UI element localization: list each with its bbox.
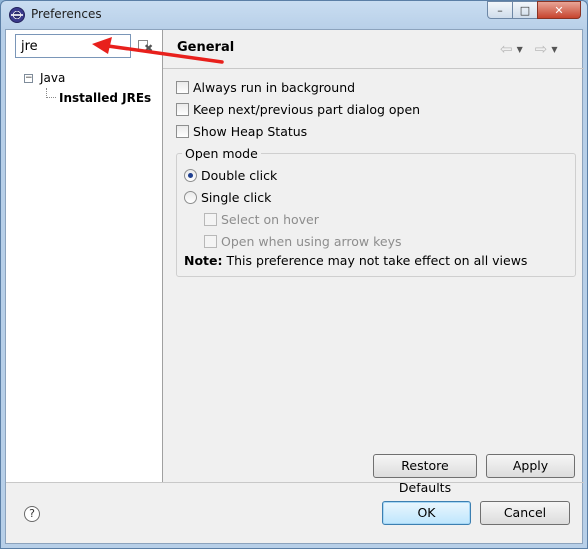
preference-tree: − Java Installed JREs <box>6 68 163 108</box>
note-label: Note: <box>184 253 223 268</box>
open-mode-legend: Open mode <box>182 146 261 161</box>
double-click-label: Double click <box>201 167 278 183</box>
always-run-background-checkbox[interactable] <box>176 80 189 94</box>
always-run-background-label: Always run in background <box>193 79 356 95</box>
single-click-option[interactable]: Single click <box>184 187 271 207</box>
annotation-arrow-shaft <box>106 44 224 64</box>
single-click-radio[interactable] <box>184 190 197 204</box>
window-title: Preferences <box>31 7 102 21</box>
keep-dialog-open-option[interactable]: Keep next/previous part dialog open <box>176 99 420 119</box>
restore-defaults-button[interactable]: Restore Defaults <box>373 454 477 495</box>
back-dropdown-icon[interactable]: ▼ <box>517 45 523 54</box>
dialog-body: jre ✖ − Java Installed JREs General ⇦ ▼ <box>5 29 584 544</box>
title-bar[interactable]: Preferences – □ ✕ <box>1 1 587 29</box>
red-annotation-arrow-icon <box>92 37 224 64</box>
forward-arrow-icon[interactable]: ⇨ <box>535 40 548 58</box>
preference-note: Note: This preference may not take effec… <box>184 253 527 268</box>
select-on-hover-label: Select on hover <box>221 211 319 227</box>
double-click-option[interactable]: Double click <box>184 165 277 185</box>
minimize-button[interactable]: – <box>487 1 513 19</box>
select-on-hover-option: Select on hover <box>204 209 319 229</box>
back-arrow-icon[interactable]: ⇦ <box>500 40 513 58</box>
open-arrow-keys-checkbox <box>204 234 217 248</box>
keep-dialog-open-checkbox[interactable] <box>176 102 189 116</box>
history-navigation: ⇦ ▼ ⇨ ▼ <box>500 40 565 58</box>
tree-item-java[interactable]: − Java <box>6 68 163 88</box>
annotation-arrow-head <box>92 37 112 54</box>
forward-dropdown-icon[interactable]: ▼ <box>551 45 557 54</box>
eclipse-icon <box>9 7 25 23</box>
tree-connector-line <box>46 88 56 98</box>
double-click-radio[interactable] <box>184 168 197 182</box>
show-heap-status-option[interactable]: Show Heap Status <box>176 121 307 141</box>
show-heap-status-checkbox[interactable] <box>176 124 189 138</box>
cancel-button[interactable]: Cancel <box>480 501 570 525</box>
header-separator <box>163 68 584 69</box>
tree-item-installed-jres-label: Installed JREs <box>59 91 152 105</box>
open-arrow-keys-label: Open when using arrow keys <box>221 233 402 249</box>
show-heap-status-label: Show Heap Status <box>193 123 308 139</box>
tree-item-installed-jres[interactable]: Installed JREs <box>6 88 163 108</box>
always-run-background-option[interactable]: Always run in background <box>176 77 355 97</box>
preference-tree-panel: jre ✖ − Java Installed JREs <box>6 30 163 482</box>
single-click-label: Single click <box>201 189 272 205</box>
note-text: This preference may not take effect on a… <box>226 253 528 268</box>
help-icon[interactable]: ? <box>24 506 40 522</box>
window-controls: – □ ✕ <box>487 1 581 19</box>
tree-item-java-label: Java <box>40 71 66 85</box>
preferences-window: Preferences – □ ✕ jre ✖ − Java Installed… <box>0 0 588 549</box>
collapse-icon[interactable]: − <box>24 74 33 83</box>
keep-dialog-open-label: Keep next/previous part dialog open <box>193 101 421 117</box>
maximize-button[interactable]: □ <box>512 1 538 19</box>
apply-button[interactable]: Apply <box>486 454 575 478</box>
footer-separator <box>6 482 584 483</box>
ok-button[interactable]: OK <box>382 501 471 525</box>
close-button[interactable]: ✕ <box>537 1 581 19</box>
select-on-hover-checkbox <box>204 212 217 226</box>
open-arrow-keys-option: Open when using arrow keys <box>204 231 402 251</box>
